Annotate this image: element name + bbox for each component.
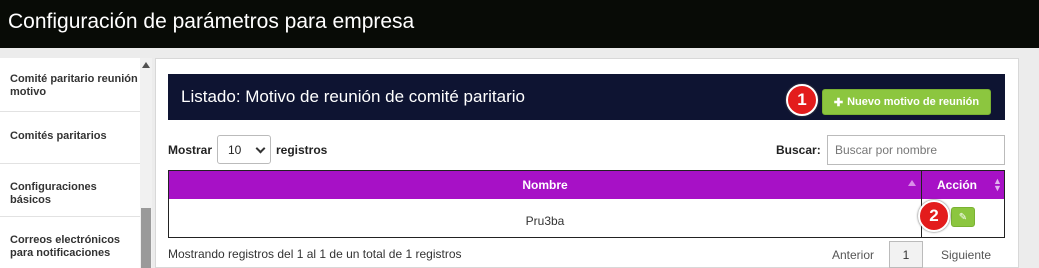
sidebar: Comité paritario reunión motivo Comités … xyxy=(0,58,140,268)
sidebar-item-label: Comités paritarios xyxy=(10,130,107,142)
records-label: registros xyxy=(276,143,328,157)
column-header-accion[interactable]: Acción ▲ ▼ xyxy=(922,171,1004,199)
records-info: Mostrando registros del 1 al 1 de un tot… xyxy=(168,247,462,261)
sidebar-item-configuraciones-basicos[interactable]: Configuraciones básicos xyxy=(0,164,140,217)
search-label: Buscar: xyxy=(776,143,821,157)
new-reason-button[interactable]: ✚ Nuevo motivo de reunión xyxy=(822,89,991,115)
annotation-marker-2: 2 xyxy=(918,200,950,232)
column-header-nombre[interactable]: Nombre xyxy=(169,171,921,199)
sidebar-item-comite-paritario-reunion-motivo[interactable]: Comité paritario reunión motivo xyxy=(0,58,140,112)
page-size-value: 10 xyxy=(228,143,242,157)
sidebar-item-label: Comité paritario reunión motivo xyxy=(10,73,138,98)
search-input[interactable] xyxy=(827,135,1005,165)
sidebar-item-comites-paritarios[interactable]: Comités paritarios xyxy=(0,112,140,164)
table-cell-nombre: Pru3ba xyxy=(525,214,565,228)
sidebar-item-label: Configuraciones básicos xyxy=(10,181,97,206)
new-reason-button-label: Nuevo motivo de reunión xyxy=(847,96,980,108)
sidebar-item-correos-electronicos[interactable]: Correos electrónicos para notificaciones xyxy=(0,217,140,268)
edit-button[interactable]: ✎ xyxy=(951,207,975,227)
scrollbar-thumb[interactable] xyxy=(141,208,151,268)
show-label: Mostrar xyxy=(168,143,213,157)
pencil-icon: ✎ xyxy=(958,211,968,223)
sidebar-item-label: Correos electrónicos para notificaciones xyxy=(10,234,121,259)
page-size-select[interactable]: 10 xyxy=(217,135,271,164)
app-header: Configuración de parámetros para empresa xyxy=(0,0,1039,48)
sort-icon: ▲ ▼ xyxy=(993,176,1002,193)
sort-ascending-icon xyxy=(908,180,916,186)
pagination-previous[interactable]: Anterior xyxy=(823,241,883,268)
panel-title: Listado: Motivo de reunión de comité par… xyxy=(181,87,525,106)
pagination-next[interactable]: Siguiente xyxy=(931,241,1001,268)
plus-icon: ✚ xyxy=(833,96,844,109)
data-table: Nombre Acción ▲ ▼ Pru3ba xyxy=(168,170,1005,238)
annotation-marker-1: 1 xyxy=(786,84,818,116)
chevron-down-icon xyxy=(255,143,266,154)
pagination-page-1[interactable]: 1 xyxy=(889,241,923,268)
scroll-up-arrow-icon[interactable] xyxy=(142,62,150,68)
page-title: Configuración de parámetros para empresa xyxy=(8,10,415,33)
